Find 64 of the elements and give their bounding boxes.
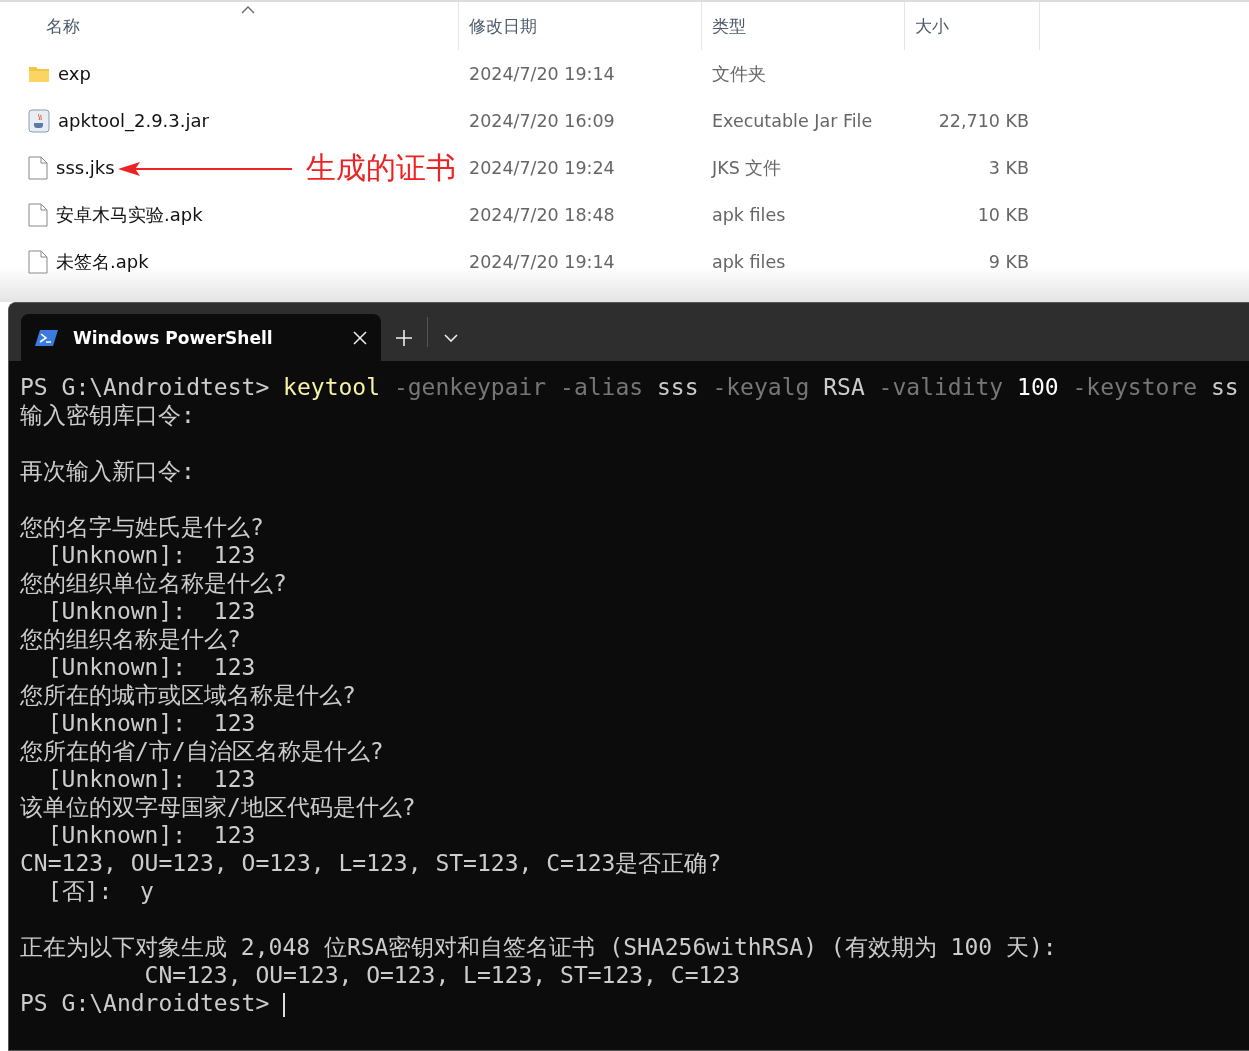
file-icon [28, 155, 48, 180]
modified-date: 2024/7/20 19:24 [468, 157, 616, 178]
terminal-text: RSA [822, 374, 866, 400]
terminal-text: 正在为以下对象生成 2,048 位RSA密钥对和自签名证书 (SHA256withRSA) (有效期为 100 天): [20, 934, 1057, 960]
column-header[interactable]: 修改日期 [459, 2, 702, 50]
file-name[interactable]: 未签名.apk [56, 249, 149, 274]
terminal-text: 输入密钥库口令: [20, 402, 195, 428]
terminal-text: 您的组织单位名称是什么? [20, 570, 287, 596]
column-header[interactable]: 名称 [0, 2, 459, 50]
terminal-text: 再次输入新口令: [20, 458, 195, 484]
file-name[interactable]: exp [58, 63, 91, 84]
terminal-text: keytool [283, 374, 381, 400]
file-type: Executable Jar File [711, 110, 874, 131]
column-header[interactable]: 大小 [905, 2, 1040, 50]
terminal-text: -keyalg [712, 374, 810, 400]
terminal-text: [Unknown]: 123 [46, 598, 256, 624]
terminal-tab[interactable]: Windows PowerShell [21, 314, 381, 361]
terminal-text: 您所在的城市或区域名称是什么? [20, 682, 356, 708]
terminal-text: [Unknown]: 123 [46, 822, 256, 848]
modified-date: 2024/7/20 19:14 [468, 63, 616, 84]
terminal-text: PS G:\Androidtest> [20, 374, 271, 400]
file-name[interactable]: sss.jks [56, 157, 115, 178]
powershell-icon [35, 328, 59, 347]
modified-date: 2024/7/20 18:48 [468, 204, 616, 225]
file-icon [28, 249, 48, 274]
terminal-text: [Unknown]: 123 [46, 766, 256, 792]
terminal-text: [Unknown]: 123 [46, 710, 256, 736]
file-size: 9 KB [987, 251, 1030, 272]
java-cup-icon [28, 108, 50, 133]
file-name[interactable]: apktool_2.9.3.jar [58, 110, 209, 131]
file-size: 22,710 KB [937, 110, 1030, 131]
modified-date: 2024/7/20 19:14 [468, 251, 616, 272]
folder-icon [28, 64, 50, 83]
file-size: 10 KB [976, 204, 1030, 225]
file-type: 文件夹 [711, 62, 767, 86]
terminal-text: -genkeypair -alias [392, 374, 644, 400]
terminal-text: sss [656, 374, 700, 400]
terminal-text: [Unknown]: 123 [46, 654, 256, 680]
file-icon [28, 202, 48, 227]
text-cursor [283, 992, 286, 1017]
file-size: 3 KB [987, 157, 1030, 178]
terminal-text: [否]: y [46, 878, 154, 904]
close-icon[interactable] [353, 330, 367, 345]
file-type: apk files [711, 204, 787, 225]
terminal-text: CN=123, OU=123, O=123, L=123, ST=123, C=123是否正确? [20, 850, 722, 876]
terminal-text: PS G:\Androidtest> [20, 990, 271, 1016]
terminal-text: 您所在的省/市/自治区名称是什么? [20, 738, 384, 764]
file-name[interactable]: 安卓木马实验.apk [56, 202, 203, 227]
terminal-text: 100 [1016, 374, 1060, 400]
column-header[interactable]: 类型 [702, 2, 905, 50]
terminal-text: 该单位的双字母国家/地区代码是什么? [20, 794, 416, 820]
modified-date: 2024/7/20 16:09 [468, 110, 616, 131]
terminal-text: [Unknown]: 123 [46, 542, 256, 568]
terminal-text: 您的组织名称是什么? [20, 626, 241, 652]
terminal-text: CN=123, OU=123, O=123, L=123, ST=123, C=123 [143, 962, 741, 988]
file-type: JKS 文件 [710, 156, 783, 180]
terminal-text: -validity [878, 374, 1004, 400]
terminal-text: ss [1209, 374, 1239, 400]
annotation-label: 生成的证书 [306, 149, 456, 187]
plus-icon [396, 329, 412, 346]
terminal-text: 您的名字与姓氏是什么? [20, 514, 264, 540]
file-type: apk files [711, 251, 787, 272]
chevron-down-icon [444, 333, 458, 342]
terminal-text: -keystore [1072, 374, 1198, 400]
